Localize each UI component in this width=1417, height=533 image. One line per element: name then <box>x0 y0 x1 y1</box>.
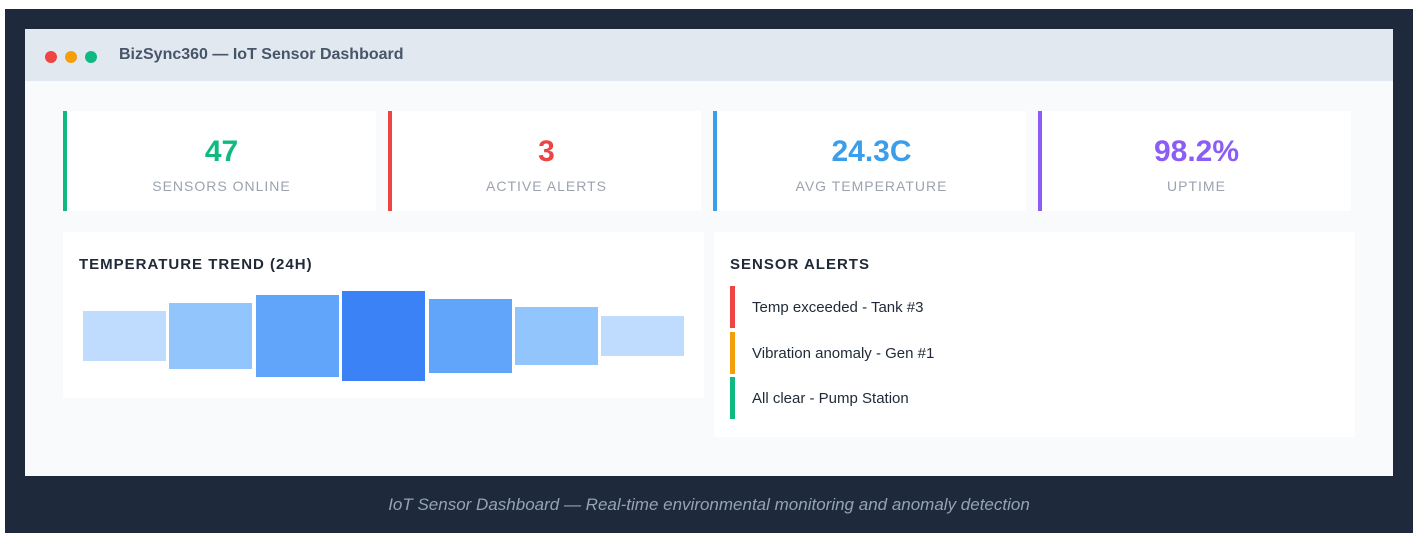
stat-card-uptime: 98.2% UPTIME <box>1038 111 1351 211</box>
stat-label: AVG TEMPERATURE <box>795 178 948 194</box>
stat-value: 98.2% <box>1153 135 1240 168</box>
trend-bar <box>83 311 166 361</box>
alert-item[interactable]: All clear - Pump Station <box>730 377 1330 419</box>
stat-label: UPTIME <box>1167 178 1226 194</box>
close-window-dot[interactable] <box>45 51 57 63</box>
alert-severity-stripe <box>730 377 735 419</box>
app-window: BizSync360 — IoT Sensor Dashboard 47 SEN… <box>25 29 1393 476</box>
temperature-trend-card: TEMPERATURE TREND (24H) <box>63 232 704 398</box>
stat-label: SENSORS ONLINE <box>152 178 291 194</box>
trend-bar <box>342 291 426 381</box>
sensor-alerts-card: SENSOR ALERTS Temp exceeded - Tank #3 Vi… <box>714 232 1355 437</box>
alert-severity-stripe <box>730 332 735 374</box>
dashboard-caption: IoT Sensor Dashboard — Real-time environ… <box>388 495 1030 514</box>
alert-severity-stripe <box>730 286 735 328</box>
alert-text: All clear - Pump Station <box>752 390 909 407</box>
alert-text: Temp exceeded - Tank #3 <box>752 299 924 316</box>
title-bar: BizSync360 — IoT Sensor Dashboard <box>25 29 1393 81</box>
trend-bar <box>601 315 685 357</box>
stat-value: 24.3C <box>831 135 912 168</box>
alert-item[interactable]: Vibration anomaly - Gen #1 <box>730 332 1330 374</box>
window-title: BizSync360 — IoT Sensor Dashboard <box>119 46 404 63</box>
trend-bar <box>428 299 512 373</box>
trend-bar <box>169 303 253 369</box>
alerts-title: SENSOR ALERTS <box>730 256 870 273</box>
stat-value: 3 <box>538 135 555 168</box>
trend-bar <box>255 295 339 377</box>
stat-card-sensors-online: 47 SENSORS ONLINE <box>63 111 376 211</box>
stat-card-active-alerts: 3 ACTIVE ALERTS <box>388 111 701 211</box>
stat-value: 47 <box>204 135 239 168</box>
stat-label: ACTIVE ALERTS <box>486 178 607 194</box>
minimize-window-dot[interactable] <box>65 51 77 63</box>
stat-card-avg-temperature: 24.3C AVG TEMPERATURE <box>713 111 1026 211</box>
alert-item[interactable]: Temp exceeded - Tank #3 <box>730 286 1330 328</box>
alert-text: Vibration anomaly - Gen #1 <box>752 345 935 362</box>
trend-bar <box>515 307 598 365</box>
maximize-window-dot[interactable] <box>85 51 97 63</box>
temperature-trend-chart <box>63 232 704 398</box>
